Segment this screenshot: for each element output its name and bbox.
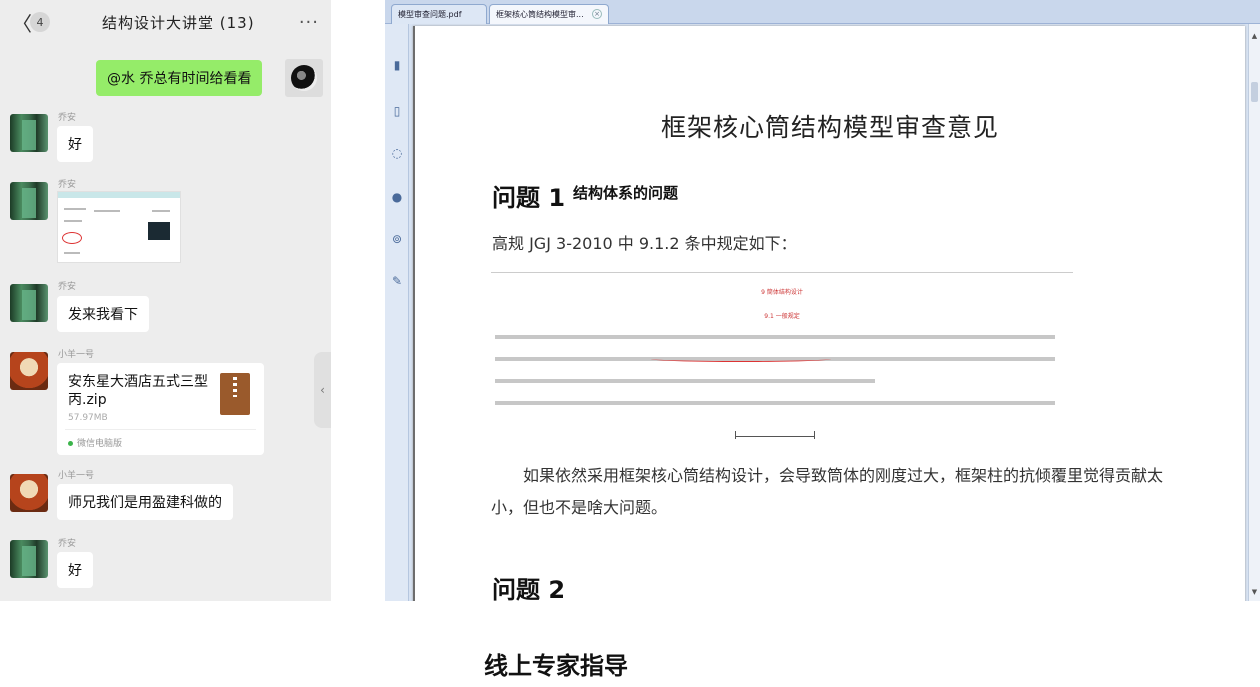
tab-document-1[interactable]: 模型审查问题.pdf bbox=[391, 4, 487, 24]
message-bubble[interactable]: 好 bbox=[57, 126, 93, 162]
document-title: 框架核心筒结构模型审查意见 bbox=[660, 113, 999, 142]
image-caption: 线上专家指导 bbox=[484, 652, 628, 680]
tab-document-2[interactable]: 框架核心筒结构模型审... × bbox=[489, 4, 609, 24]
avatar[interactable] bbox=[10, 284, 48, 322]
close-icon[interactable]: × bbox=[592, 9, 602, 19]
file-source-label: 微信电脑版 bbox=[77, 439, 123, 449]
thumbnail-line bbox=[94, 210, 120, 212]
message-bubble[interactable]: 发来我看下 bbox=[57, 296, 149, 332]
tag-icon[interactable]: ● bbox=[389, 190, 405, 208]
avatar[interactable] bbox=[10, 474, 48, 512]
sender-name: 乔安 bbox=[58, 113, 77, 123]
file-size: 57.97MB bbox=[68, 413, 108, 423]
document-icon[interactable]: ▯ bbox=[389, 104, 405, 122]
review-paragraph: 如果依然采用框架核心筒结构设计，会导致筒体的刚度过大，框架柱的抗倾覆里觉得贡献太… bbox=[491, 466, 1164, 517]
chat-panel: 〈 4 结构设计大讲堂 (13) ··· @水 乔总有时间给看看 乔安 好 乔安… bbox=[0, 0, 331, 601]
excerpt-text-row bbox=[495, 335, 1055, 339]
side-toolbar: ▮ ▯ ◌ ● ⊚ ✎ bbox=[385, 24, 409, 601]
attachment-icon[interactable]: ⊚ bbox=[389, 232, 405, 250]
avatar[interactable] bbox=[10, 114, 48, 152]
scroll-down-icon[interactable]: ▼ bbox=[1250, 588, 1259, 597]
file-name: 安东星大酒店五式三型丙.zip bbox=[68, 374, 208, 408]
message-bubble[interactable]: 师兄我们是用盈建科做的 bbox=[57, 484, 233, 520]
sender-name: 小羊一号 bbox=[58, 350, 95, 360]
question-1-label: 问题 1 bbox=[492, 184, 566, 212]
question-1-subtitle: 结构体系的问题 bbox=[573, 184, 679, 202]
thumbnail-highlight bbox=[62, 232, 82, 244]
file-card[interactable]: 安东星大酒店五式三型丙.zip 57.97MB 微信电脑版 bbox=[57, 363, 264, 455]
source-dot-icon bbox=[68, 441, 73, 446]
comment-icon[interactable]: ◌ bbox=[389, 146, 405, 164]
message-bubble[interactable]: 好 bbox=[57, 552, 93, 588]
page-icon[interactable]: ▮ bbox=[389, 58, 405, 76]
chat-header: 〈 4 结构设计大讲堂 (13) ··· bbox=[0, 0, 331, 44]
more-icon[interactable]: ··· bbox=[299, 12, 319, 33]
sender-name: 乔安 bbox=[58, 539, 77, 549]
divider bbox=[65, 429, 256, 430]
tab-label: 框架核心筒结构模型审... bbox=[496, 10, 584, 19]
collapse-tab[interactable]: ‹ bbox=[314, 352, 331, 428]
avatar[interactable] bbox=[10, 182, 48, 220]
file-source: 微信电脑版 bbox=[68, 436, 122, 449]
chevron-left-icon: ‹ bbox=[320, 383, 325, 397]
excerpt-text-row bbox=[495, 379, 875, 383]
excerpt-text-row bbox=[495, 401, 1055, 405]
chat-title: 结构设计大讲堂 (13) bbox=[102, 13, 255, 32]
scroll-up-icon[interactable]: ▲ bbox=[1250, 32, 1259, 41]
sender-name: 乔安 bbox=[58, 180, 77, 190]
message-bubble-own[interactable]: @水 乔总有时间给看看 bbox=[96, 60, 263, 96]
question-2-label: 问题 2 bbox=[492, 576, 566, 601]
avatar[interactable] bbox=[285, 59, 323, 97]
excerpt-subheading: 9.1 一般规定 bbox=[764, 313, 800, 320]
sign-icon[interactable]: ✎ bbox=[389, 274, 405, 292]
thumbnail-line bbox=[64, 208, 86, 210]
scroll-thumb[interactable] bbox=[1251, 82, 1258, 102]
back-icon[interactable]: 〈 bbox=[12, 8, 32, 37]
avatar[interactable] bbox=[10, 540, 48, 578]
code-excerpt-image: 9 筒体结构设计 9.1 一般规定 bbox=[491, 272, 1073, 452]
thumbnail-line bbox=[152, 210, 170, 212]
zip-file-icon bbox=[220, 373, 250, 415]
unread-badge: 4 bbox=[30, 12, 50, 32]
excerpt-heading: 9 筒体结构设计 bbox=[761, 289, 803, 296]
thumbnail-line bbox=[64, 252, 80, 254]
vertical-scrollbar[interactable]: ▲ ▼ bbox=[1248, 24, 1260, 601]
pdf-viewer: 模型审查问题.pdf 框架核心筒结构模型审... × ▮ ▯ ◌ ● ⊚ ✎ 框… bbox=[385, 0, 1260, 601]
code-reference-line: 高规 JGJ 3-2010 中 9.1.2 条中规定如下： bbox=[492, 234, 797, 253]
tab-bar: 模型审查问题.pdf 框架核心筒结构模型审... × bbox=[385, 0, 1260, 24]
sender-name: 小羊一号 bbox=[58, 471, 95, 481]
thumbnail-header bbox=[58, 192, 180, 198]
pdf-page: 框架核心筒结构模型审查意见 问题 1 结构体系的问题 高规 JGJ 3-2010… bbox=[413, 26, 1245, 601]
red-underline bbox=[651, 356, 831, 362]
avatar[interactable] bbox=[10, 352, 48, 390]
thumbnail-image bbox=[148, 222, 170, 240]
image-thumbnail[interactable] bbox=[57, 191, 181, 263]
thumbnail-line bbox=[64, 220, 82, 222]
dimension-diagram bbox=[735, 429, 815, 439]
sender-name: 乔安 bbox=[58, 282, 77, 292]
